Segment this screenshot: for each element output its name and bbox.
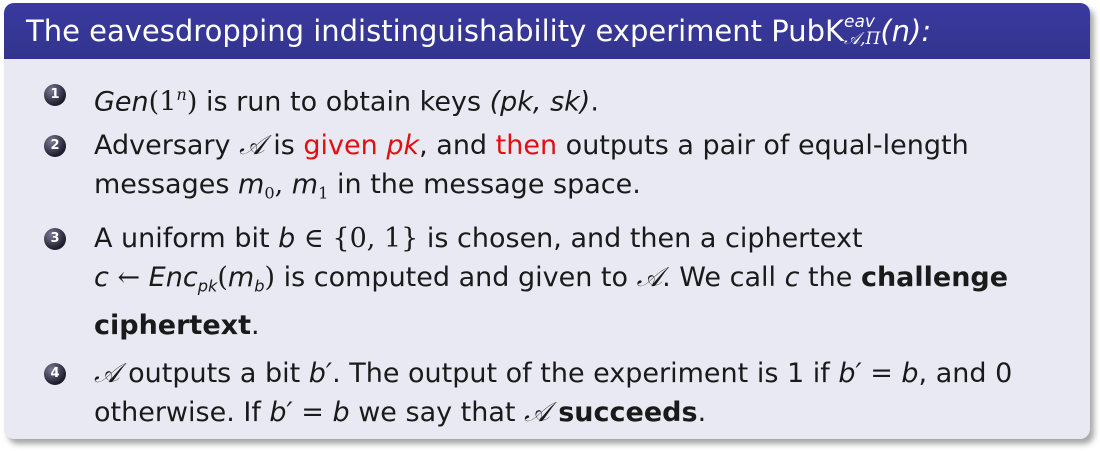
enc-fn: Enc	[148, 262, 198, 293]
bit-b: b	[901, 358, 919, 389]
equals: =	[861, 358, 902, 389]
mb: m	[227, 262, 255, 293]
item-3-text-c: is computed and given to	[275, 262, 637, 293]
item-2-text-c: , and	[419, 130, 496, 161]
item-4-end: .	[697, 397, 707, 428]
assign-arrow: ←	[108, 262, 149, 293]
gen-arg-open: (1	[148, 86, 177, 118]
enc-open: (	[217, 262, 228, 293]
item-number-bullet: 1	[44, 84, 66, 106]
gen-fn: Gen	[94, 86, 149, 118]
item-2-text-f: in the message space.	[328, 169, 641, 200]
challenge-term: challenge	[860, 262, 1009, 293]
m-sep: ,	[274, 169, 292, 200]
item-3-text-b: is chosen, and then a ciphertext	[418, 223, 863, 254]
m1-sub: 1	[318, 183, 329, 203]
item-number-bullet: 3	[44, 228, 66, 250]
m0: m	[238, 169, 265, 200]
item-3-text-e: the	[799, 262, 861, 293]
bit-b: b	[332, 397, 350, 428]
adversary-symbol: 𝒜	[636, 262, 663, 293]
item-2-text-a: Adversary	[94, 130, 240, 161]
item-4-text-d: otherwise. If	[94, 397, 270, 428]
ciphertext-term: ciphertext	[94, 309, 251, 341]
gen-arg-close: )	[186, 86, 198, 118]
pk-highlight: pk	[386, 130, 420, 161]
title-subscript: 𝒜,Π	[844, 29, 881, 49]
title-prefix: The eavesdropping indistinguishability e…	[26, 14, 845, 48]
item-4-text-c: , and 0	[918, 358, 1013, 389]
adversary-symbol: 𝒜	[239, 130, 265, 161]
item-4-text-b: . The output of the experiment is 1 if	[332, 358, 839, 389]
item-3-text-a: A uniform bit	[94, 223, 279, 254]
b-prime: b′	[838, 358, 862, 389]
m0-sub: 0	[264, 183, 275, 203]
item-number-bullet: 2	[44, 135, 66, 157]
item-number-bullet: 4	[44, 363, 66, 385]
item-text: Gen(1n) is run to obtain keys (pk, sk).	[94, 75, 1084, 122]
b-prime: b′	[269, 397, 293, 428]
item-4-text-e: we say that	[349, 397, 525, 428]
cipher-c: c	[94, 262, 109, 293]
item-2-text-d: outputs a pair of equal-length	[557, 130, 969, 161]
then-highlight: then	[495, 130, 558, 161]
succeeds-term: succeeds	[558, 397, 698, 428]
keys: (pk, sk)	[489, 86, 591, 118]
title-indices: eav 𝒜,Π	[844, 14, 880, 48]
enc-sub: pk	[197, 276, 218, 296]
item-1-text: is run to obtain keys	[197, 86, 490, 118]
item-3-end: .	[250, 309, 260, 341]
bit-set: ∈ {0, 1}	[295, 223, 419, 254]
cipher-c: c	[784, 262, 800, 293]
item-2-text-b: is	[264, 130, 304, 161]
item-text: 𝒜 outputs a bit b′. The output of the ex…	[94, 354, 1084, 432]
given-highlight: given	[303, 130, 387, 161]
item-4-space	[550, 397, 559, 428]
item-3-text-d: . We call	[662, 262, 785, 293]
block-title: The eavesdropping indistinguishability e…	[4, 3, 1090, 59]
definition-block: The eavesdropping indistinguishability e…	[4, 3, 1090, 439]
item-1-end: .	[590, 86, 599, 118]
mb-sub: b	[254, 276, 265, 296]
b-prime: b′	[308, 358, 333, 389]
gen-arg-sup: n	[176, 85, 187, 104]
enc-close: )	[264, 262, 276, 293]
item-2-text-e: messages	[94, 169, 238, 200]
item-4-text-a: outputs a bit	[119, 358, 309, 389]
equals: =	[292, 397, 333, 428]
adversary-symbol: 𝒜	[94, 358, 120, 389]
bit-b: b	[278, 223, 296, 254]
adversary-symbol: 𝒜	[524, 397, 550, 428]
title-argument: (n):	[880, 14, 932, 48]
item-text: A uniform bit b ∈ {0, 1} is chosen, and …	[94, 219, 1084, 345]
item-text: Adversary 𝒜 is given pk, and then output…	[94, 126, 1084, 213]
m1: m	[291, 169, 319, 200]
